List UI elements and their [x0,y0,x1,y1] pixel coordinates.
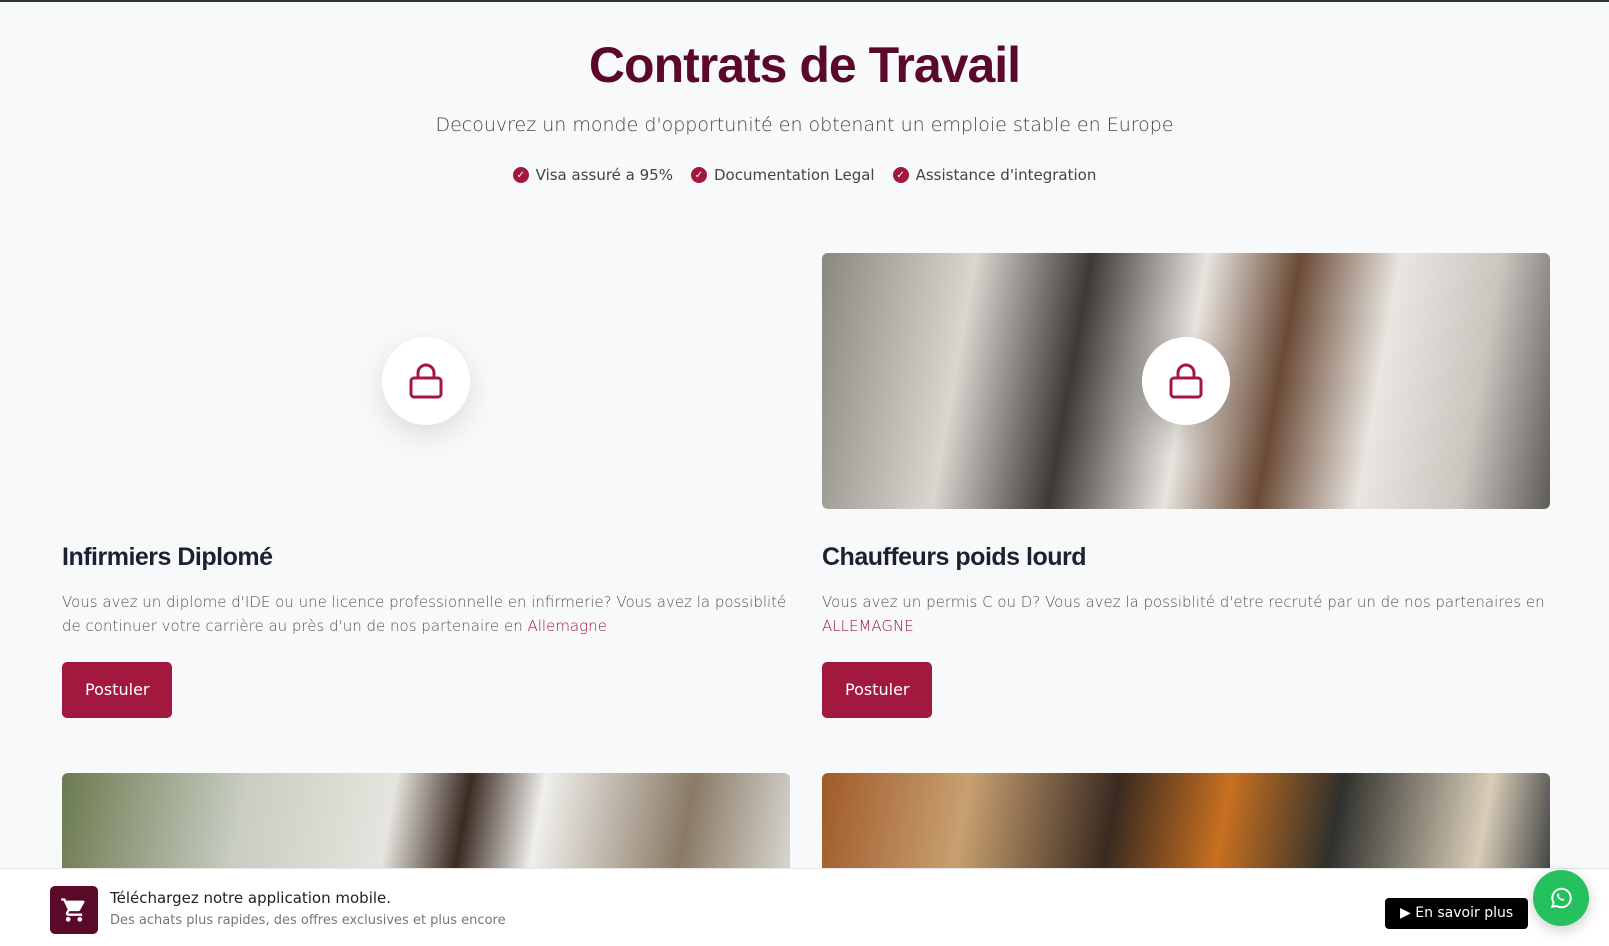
feature-label: Visa assuré a 95% [535,166,673,184]
apply-button[interactable]: Postuler [62,662,173,718]
description-text: Vous avez un diplome d'IDE ou une licenc… [62,593,787,635]
country-link[interactable]: ALLEMAGNE [822,617,914,635]
learn-more-label: En savoir plus [1415,905,1514,921]
description-text: Vous avez un permis C ou D? Vous avez la… [822,593,1545,611]
play-store-icon: ▶ [1400,905,1416,921]
page-subtitle: Decouvrez un monde d'opportunité en obte… [435,114,1174,136]
apply-button[interactable]: Postuler [822,662,933,718]
whatsapp-button[interactable] [1533,870,1589,926]
shopping-cart-icon [50,886,98,934]
feature-item: ✓ Assistance d'integration [892,166,1097,184]
check-circle-icon: ✓ [892,167,909,183]
card-media [62,253,790,509]
card-photo-warehouse [822,773,1550,873]
feature-item: ✓ Documentation Legal [690,166,875,184]
driver-photo [822,253,1550,509]
check-circle-icon: ✓ [690,167,707,183]
country-link[interactable]: Allemagne [528,617,607,635]
card-title: Infirmiers Diplomé [62,543,273,571]
card-title: Chauffeurs poids lourd [822,543,1087,571]
app-download-banner: Téléchargez notre application mobile. De… [0,868,1609,946]
lock-icon [382,337,470,425]
job-card-truck-drivers: Chauffeurs poids lourd Vous avez un perm… [822,253,1550,718]
learn-more-button[interactable]: ▶ En savoir plus [1385,898,1529,929]
job-card-nurses: Infirmiers Diplomé Vous avez un diplome … [62,253,790,718]
lock-icon [1142,337,1230,425]
card-description: Vous avez un diplome d'IDE ou une licenc… [62,590,790,638]
feature-label: Assistance d'integration [915,166,1097,184]
feature-item: ✓ Visa assuré a 95% [512,166,673,184]
feature-label: Documentation Legal [713,166,875,184]
check-circle-icon: ✓ [512,167,529,183]
feature-list: ✓ Visa assuré a 95% ✓ Documentation Legal … [0,166,1609,184]
banner-subtitle: Des achats plus rapides, des offres excl… [110,913,506,928]
page-title: Contrats de Travail [588,37,1021,93]
card-photo-agriculture [62,773,790,873]
banner-title: Téléchargez notre application mobile. [110,889,392,907]
whatsapp-icon [1550,887,1572,909]
card-description: Vous avez un permis C ou D? Vous avez la… [822,590,1550,638]
